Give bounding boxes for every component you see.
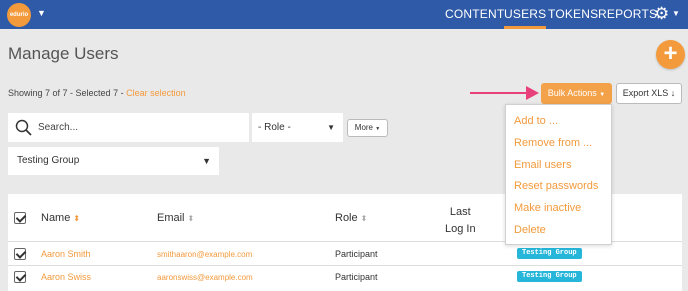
add-user-button[interactable]: + — [656, 40, 685, 69]
row-checkbox[interactable] — [14, 271, 26, 283]
clear-selection-link[interactable]: Clear selection — [126, 88, 186, 98]
column-header-last-login[interactable]: Last Log In — [445, 204, 476, 238]
menu-item-make-inactive[interactable]: Make inactive — [514, 202, 581, 214]
nav-tokens[interactable]: TOKENS — [548, 0, 598, 29]
arrow-down-icon: ↓ — [670, 88, 676, 98]
nav-reports[interactable]: REPORTS — [598, 0, 657, 29]
user-name-link[interactable]: Aaron Smith — [41, 249, 91, 259]
menu-item-delete[interactable]: Delete — [514, 224, 546, 236]
user-name-link[interactable]: Aaron Swiss — [41, 272, 91, 282]
more-filters-button[interactable]: More ▼ — [347, 119, 388, 137]
nav-content[interactable]: CONTENT — [445, 0, 504, 29]
role-header-label: Role — [335, 212, 358, 224]
group-select-value: Testing Group — [17, 155, 80, 166]
user-email-link[interactable]: aaronswiss@example.com — [157, 273, 253, 282]
sort-icon[interactable]: ⬍ — [73, 214, 80, 223]
showing-text: Showing 7 of 7 - Selected 7 - — [8, 88, 127, 98]
caret-down-icon: ▼ — [599, 92, 606, 98]
select-all-checkbox[interactable] — [14, 212, 26, 224]
group-select[interactable]: Testing Group ▼ — [8, 147, 219, 175]
chevron-down-icon[interactable]: ▼ — [672, 9, 680, 18]
search-input[interactable] — [38, 119, 238, 135]
more-label: More — [354, 123, 374, 132]
caret-down-icon: ▼ — [375, 126, 381, 132]
caret-down-icon: ▼ — [327, 123, 335, 132]
selection-status: Showing 7 of 7 - Selected 7 - Clear sele… — [8, 88, 186, 98]
search-box — [8, 113, 249, 142]
row-checkbox[interactable] — [14, 248, 26, 260]
search-icon — [15, 119, 32, 136]
user-email-link[interactable]: smithaaron@example.com — [157, 250, 252, 259]
export-xls-button[interactable]: Export XLS ↓ — [616, 83, 682, 104]
email-header-label: Email — [157, 212, 185, 224]
sort-icon[interactable]: ⬍ — [188, 214, 195, 223]
user-role: Participant — [335, 249, 378, 259]
gear-icon[interactable]: ⚙ — [654, 4, 669, 24]
column-header-role[interactable]: Role ⬍ — [335, 212, 367, 224]
last-login-header-line2: Log In — [445, 223, 476, 235]
bulk-actions-menu: Add to ... Remove from ... Email users R… — [505, 104, 612, 245]
role-select[interactable]: - Role - ▼ — [252, 113, 343, 142]
caret-down-icon: ▼ — [202, 156, 211, 166]
plus-icon: + — [663, 40, 678, 67]
annotation-arrow-icon — [470, 86, 539, 100]
menu-item-add-to[interactable]: Add to ... — [514, 115, 558, 127]
group-tag[interactable]: Testing Group — [517, 271, 582, 282]
bulk-actions-label: Bulk Actions — [547, 88, 597, 98]
page-title: Manage Users — [8, 44, 119, 63]
column-header-email[interactable]: Email ⬍ — [157, 212, 194, 224]
chevron-down-icon[interactable]: ▼ — [37, 8, 46, 18]
column-header-name[interactable]: Name ⬍ — [41, 212, 80, 224]
menu-item-reset-passwords[interactable]: Reset passwords — [514, 180, 598, 192]
group-tag[interactable]: Testing Group — [517, 248, 582, 259]
nav-users[interactable]: USERS — [504, 0, 547, 29]
row-divider — [8, 265, 682, 266]
role-select-value: - Role - — [258, 122, 291, 133]
export-label: Export XLS — [622, 88, 669, 98]
user-role: Participant — [335, 272, 378, 282]
top-nav-bar: edurio ▼ CONTENT USERS TOKENS REPORTS ⚙ … — [0, 0, 688, 29]
name-header-label: Name — [41, 212, 71, 224]
bulk-actions-button[interactable]: Bulk Actions ▼ — [541, 83, 612, 104]
logo[interactable]: edurio — [7, 3, 31, 27]
menu-item-email-users[interactable]: Email users — [514, 159, 571, 171]
last-login-header-line1: Last — [449, 206, 471, 218]
menu-item-remove-from[interactable]: Remove from ... — [514, 137, 592, 149]
sort-icon[interactable]: ⬍ — [361, 214, 368, 223]
